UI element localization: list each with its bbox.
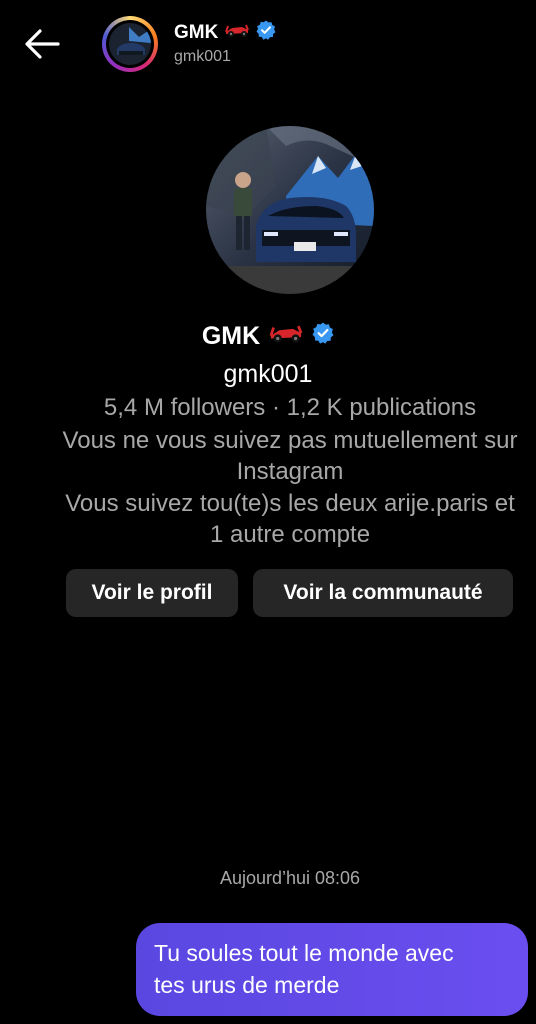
mutual-follow-info: Vous ne vous suivez pas mutuellement sur… — [0, 425, 536, 487]
view-profile-button[interactable]: Voir le profil — [66, 569, 238, 617]
header-avatar[interactable] — [102, 16, 158, 72]
profile-stats: 5,4 M followers · 1,2 K publications — [103, 394, 477, 421]
profile-name-row: GMK — [0, 322, 536, 351]
followed-line-2: 1 autre compte — [209, 521, 371, 548]
header-name-row[interactable]: GMK — [174, 20, 276, 46]
profile-name: GMK — [201, 322, 261, 350]
message-timestamp: Aujourd’hui 08:06 — [219, 868, 361, 888]
followed-line-1: Vous suivez tou(te)s les deux arije.pari… — [65, 490, 515, 517]
profile-username: gmk001 — [223, 360, 313, 388]
chat-header: GMK gmk001 — [0, 0, 536, 90]
mutual-line-2: Instagram — [236, 458, 344, 485]
view-community-button[interactable]: Voir la communauté — [253, 569, 513, 617]
profile-avatar[interactable] — [206, 126, 374, 294]
message-text-line-2: tes urus de merde — [154, 972, 340, 998]
header-name[interactable]: GMK — [174, 22, 218, 44]
sent-message-bubble[interactable]: Tu soules tout le monde avec tes urus de… — [136, 923, 528, 1016]
verified-badge-icon — [256, 20, 276, 46]
race-car-emoji-icon — [268, 322, 304, 351]
verified-badge-icon — [312, 322, 334, 351]
message-text-line-1: Tu soules tout le monde avec — [154, 940, 454, 966]
back-arrow-icon[interactable] — [22, 26, 62, 62]
header-username[interactable]: gmk001 — [174, 48, 231, 66]
mutual-line-1: Vous ne vous suivez pas mutuellement sur — [62, 427, 518, 454]
race-car-emoji-icon — [224, 22, 250, 44]
followed-by-info: Vous suivez tou(te)s les deux arije.pari… — [0, 488, 536, 550]
